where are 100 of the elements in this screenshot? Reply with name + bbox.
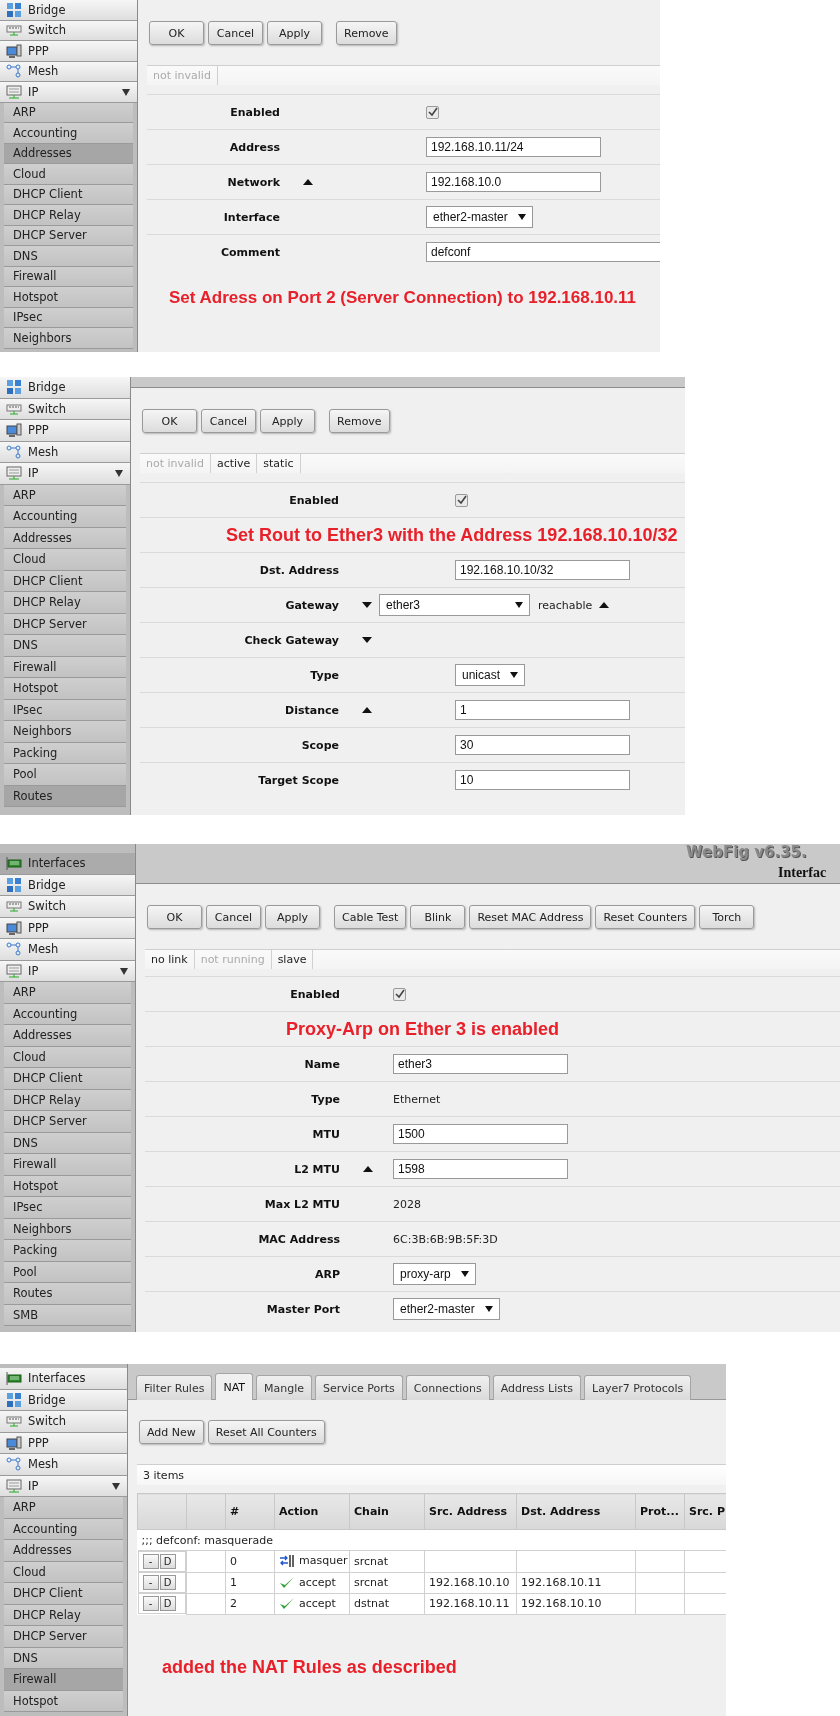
sidebar-item[interactable]: Switch	[0, 896, 135, 918]
sidebar-item[interactable]: Cloud	[4, 549, 126, 571]
button[interactable]: Reset Counters	[595, 905, 696, 929]
sidebar-item[interactable]: DNS	[4, 635, 126, 657]
up-arrow-icon[interactable]	[361, 705, 373, 715]
sidebar-item[interactable]: Firewall	[4, 1154, 131, 1176]
text-field[interactable]: ether3	[393, 1054, 568, 1074]
button[interactable]: Blink	[410, 905, 466, 929]
text-field[interactable]: 192.168.10.11/24	[426, 137, 601, 157]
sidebar-item[interactable]: IPsec	[4, 699, 126, 721]
sidebar-item[interactable]: DHCP Client	[4, 1583, 123, 1605]
caret-icon[interactable]	[121, 86, 131, 97]
sidebar-item[interactable]: Accounting	[4, 123, 133, 144]
button[interactable]: OK	[147, 905, 202, 929]
dropdown[interactable]: unicast	[455, 664, 526, 686]
sidebar-item[interactable]: Pool	[4, 1261, 131, 1283]
sidebar-item[interactable]: IP	[0, 463, 130, 485]
sidebar-item[interactable]: Routes	[4, 1283, 131, 1305]
sidebar-item[interactable]: Hotspot	[4, 1690, 123, 1712]
sidebar-item[interactable]: Addresses	[4, 1025, 131, 1047]
sidebar-item[interactable]: DHCP Relay	[4, 592, 126, 614]
sidebar-item[interactable]: Routes	[4, 785, 126, 807]
row-button[interactable]: -	[142, 1554, 159, 1569]
sidebar-item[interactable]: Accounting	[4, 1003, 131, 1025]
down-arrow-icon[interactable]	[361, 600, 373, 610]
sidebar-item[interactable]: DHCP Relay	[4, 1604, 123, 1626]
checkbox[interactable]	[426, 105, 439, 119]
sidebar-item[interactable]: Firewall	[4, 1669, 123, 1691]
sidebar-item[interactable]: PPP	[0, 1432, 127, 1454]
sidebar-item[interactable]: Cloud	[4, 164, 133, 185]
button[interactable]: Reset MAC Address	[469, 905, 592, 929]
button[interactable]: Cable Test	[334, 905, 407, 929]
sidebar-item[interactable]: ARP	[4, 1497, 123, 1519]
button[interactable]: Apply	[265, 905, 320, 929]
dropdown[interactable]: ether3	[379, 594, 530, 616]
caret-icon[interactable]	[114, 468, 124, 479]
text-field[interactable]: 10	[455, 770, 630, 790]
sidebar-item[interactable]: Cloud	[4, 1561, 123, 1583]
sidebar-item[interactable]: Neighbors	[4, 328, 133, 349]
row-button[interactable]: -	[142, 1575, 159, 1590]
button[interactable]: Apply	[267, 21, 322, 45]
sidebar-item[interactable]: Accounting	[4, 1518, 123, 1540]
column-header[interactable]: Chain	[354, 1505, 389, 1518]
sidebar-item[interactable]: Neighbors	[4, 721, 126, 743]
up-arrow-icon[interactable]	[598, 600, 611, 610]
sidebar-item[interactable]: DHCP Client	[4, 184, 133, 205]
sidebar-item[interactable]: ARP	[4, 484, 126, 506]
sidebar-item[interactable]: Bridge	[0, 377, 130, 399]
button[interactable]: Remove	[336, 21, 397, 45]
row-button[interactable]: -	[142, 1596, 159, 1611]
sidebar-item[interactable]: DNS	[4, 246, 133, 267]
button[interactable]: Cancel	[201, 409, 256, 433]
checkbox[interactable]	[393, 987, 406, 1001]
sidebar-item[interactable]: IP	[0, 82, 137, 103]
button[interactable]: Cancel	[206, 905, 261, 929]
sidebar-item[interactable]: Bridge	[0, 0, 137, 21]
sidebar-item[interactable]: Bridge	[0, 1389, 127, 1411]
sidebar-item[interactable]: Addresses	[4, 143, 133, 164]
button[interactable]: OK	[149, 21, 204, 45]
sidebar-item[interactable]: DHCP Relay	[4, 205, 133, 226]
dropdown[interactable]: ether2-master	[426, 206, 533, 228]
tab[interactable]: Service Ports	[315, 1375, 403, 1400]
button[interactable]: Reset All Counters	[207, 1420, 325, 1444]
sidebar-item[interactable]: Cloud	[4, 1046, 131, 1068]
sidebar-item[interactable]: SMB	[4, 1304, 131, 1326]
button[interactable]: Remove	[329, 409, 390, 433]
sidebar-item[interactable]: Hotspot	[4, 678, 126, 700]
tab[interactable]: Address Lists	[492, 1375, 581, 1400]
sidebar-item[interactable]: Packing	[4, 742, 126, 764]
caret-icon[interactable]	[119, 965, 129, 976]
button[interactable]: Torch	[699, 905, 755, 929]
sidebar-item[interactable]: Interfaces	[0, 1368, 127, 1390]
sidebar-item[interactable]: IP	[0, 960, 135, 982]
up-arrow-icon[interactable]	[362, 1164, 374, 1174]
sidebar-item[interactable]: PPP	[0, 41, 137, 62]
sidebar-item[interactable]: PPP	[0, 420, 130, 442]
sidebar-item[interactable]: Switch	[0, 398, 130, 420]
dropdown[interactable]: ether2-master	[393, 1298, 500, 1320]
sidebar-item[interactable]: DHCP Server	[4, 1111, 131, 1133]
tab[interactable]: Mangle	[256, 1375, 313, 1400]
sidebar-item[interactable]: ARP	[4, 102, 133, 123]
sidebar-item[interactable]: Addresses	[4, 1540, 123, 1562]
text-field[interactable]: 192.168.10.10/32	[455, 560, 630, 580]
dropdown[interactable]: proxy-arp	[393, 1263, 476, 1285]
tab[interactable]: Connections	[405, 1375, 490, 1400]
sidebar-item[interactable]: DHCP Relay	[4, 1089, 131, 1111]
sidebar-item[interactable]: Firewall	[4, 266, 133, 287]
tab[interactable]: Filter Rules	[136, 1375, 213, 1400]
sidebar-item[interactable]: DNS	[4, 1132, 131, 1154]
text-field[interactable]: 1598	[393, 1159, 568, 1179]
text-field[interactable]: 30	[455, 735, 630, 755]
column-header[interactable]: Action	[279, 1505, 319, 1518]
sidebar-item[interactable]: Interfaces	[0, 853, 135, 875]
button[interactable]: Cancel	[208, 21, 263, 45]
up-arrow-icon[interactable]	[302, 177, 314, 187]
button[interactable]: Apply	[260, 409, 315, 433]
sidebar-item[interactable]: Mesh	[0, 441, 130, 463]
sidebar-item[interactable]: Firewall	[4, 656, 126, 678]
sidebar-item[interactable]: Hotspot	[4, 1175, 131, 1197]
sidebar-item[interactable]: IP	[0, 1475, 127, 1497]
